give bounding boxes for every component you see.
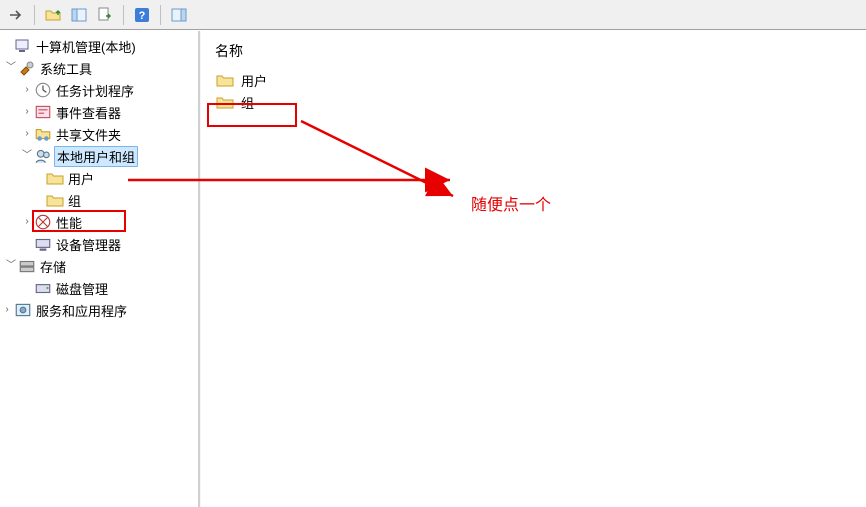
event-icon: [34, 104, 52, 120]
tree-system-tools[interactable]: ﹀ 系统工具: [0, 57, 198, 79]
tree-local-users-groups[interactable]: ﹀ 本地用户和组: [0, 145, 198, 167]
tree-system-tools-label: 系统工具: [40, 59, 92, 78]
toolbar: ?: [0, 0, 866, 30]
tree-users[interactable]: 用户: [0, 167, 198, 189]
svg-text:?: ?: [139, 10, 146, 22]
annotation-text: 随便点一个: [471, 191, 551, 215]
computer-icon: [14, 38, 32, 54]
tree-storage-label: 存储: [40, 257, 66, 276]
toolbar-separator: [34, 5, 35, 25]
twisty-expanded-icon[interactable]: ﹀: [20, 151, 34, 161]
arrow-right-icon: [7, 6, 25, 24]
tree-device-manager[interactable]: 设备管理器: [0, 233, 198, 255]
list-item-groups[interactable]: 组: [211, 91, 856, 113]
panel-icon: [70, 6, 88, 24]
main-area: 十算机管理(本地) ﹀ 系统工具 › 任务计划程序 › 事件查看器 ›: [0, 30, 866, 507]
tree-services-apps-label: 服务和应用程序: [36, 301, 127, 320]
tree-services-apps[interactable]: › 服务和应用程序: [0, 299, 198, 321]
tree-shared-folders-label: 共享文件夹: [56, 125, 121, 144]
tree-users-label: 用户: [68, 169, 94, 188]
folder-icon: [46, 170, 64, 186]
tree-task-scheduler-label: 任务计划程序: [56, 81, 134, 100]
clock-icon: [34, 82, 52, 98]
twisty-icon[interactable]: ›: [0, 305, 14, 315]
tree-disk-management[interactable]: 磁盘管理: [0, 277, 198, 299]
toolbar-view-panel-button[interactable]: [67, 3, 91, 27]
help-icon: ?: [133, 6, 151, 24]
storage-icon: [18, 258, 36, 274]
twisty-expanded-icon[interactable]: ﹀: [4, 261, 18, 271]
list-item-users-label: 用户: [241, 71, 267, 90]
annotation-box-tree-groups: [32, 210, 126, 232]
tree-root-label: 十算机管理(本地): [36, 37, 136, 56]
users-icon: [34, 148, 52, 164]
toolbar-separator: [160, 5, 161, 25]
folder-icon: [215, 71, 235, 89]
toolbar-back-button[interactable]: [4, 3, 28, 27]
device-icon: [34, 236, 52, 252]
tree-event-viewer-label: 事件查看器: [56, 103, 121, 122]
tree-device-manager-label: 设备管理器: [56, 235, 121, 254]
twisty-icon[interactable]: ›: [20, 85, 34, 95]
navigation-tree: 十算机管理(本地) ﹀ 系统工具 › 任务计划程序 › 事件查看器 ›: [0, 31, 200, 507]
tree-disk-management-label: 磁盘管理: [56, 279, 108, 298]
annotation-box-list-groups: [207, 103, 297, 127]
shared-folder-icon: [34, 126, 52, 142]
folder-icon: [46, 192, 64, 208]
services-icon: [14, 302, 32, 318]
content-pane: 名称 用户 组 随便点一个: [200, 31, 866, 507]
tree-shared-folders[interactable]: › 共享文件夹: [0, 123, 198, 145]
tree-groups[interactable]: 组: [0, 189, 198, 211]
toolbar-separator: [123, 5, 124, 25]
folder-up-icon: [44, 6, 62, 24]
tree-storage[interactable]: ﹀ 存储: [0, 255, 198, 277]
tree-root[interactable]: 十算机管理(本地): [0, 35, 198, 57]
toolbar-export-button[interactable]: [93, 3, 117, 27]
split-view-icon: [170, 6, 188, 24]
twisty-collapsed-icon[interactable]: ﹀: [4, 63, 18, 73]
tools-icon: [18, 60, 36, 76]
toolbar-view-split-button[interactable]: [167, 3, 191, 27]
twisty-icon[interactable]: ›: [20, 129, 34, 139]
tree-task-scheduler[interactable]: › 任务计划程序: [0, 79, 198, 101]
tree-groups-label: 组: [68, 191, 81, 210]
tree-event-viewer[interactable]: › 事件查看器: [0, 101, 198, 123]
tree-local-users-groups-label: 本地用户和组: [54, 146, 138, 167]
twisty-icon[interactable]: ›: [20, 107, 34, 117]
list-item-users[interactable]: 用户: [211, 69, 856, 91]
toolbar-help-button[interactable]: ?: [130, 3, 154, 27]
export-icon: [96, 6, 114, 24]
column-header-name[interactable]: 名称: [211, 37, 856, 69]
toolbar-folder-up-button[interactable]: [41, 3, 65, 27]
disk-icon: [34, 280, 52, 296]
